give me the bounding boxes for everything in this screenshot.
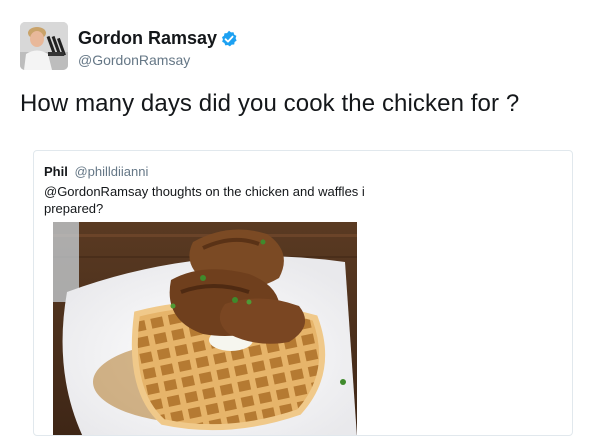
quoted-tweet-author: Phil @philldiianni	[44, 164, 148, 179]
author-name[interactable]: Gordon Ramsay	[78, 28, 217, 49]
quoted-tweet-photo[interactable]	[53, 222, 357, 435]
tweet-text: How many days did you cook the chicken f…	[20, 90, 520, 117]
avatar-photo-icon	[20, 22, 68, 70]
quoted-author-name: Phil	[44, 164, 68, 179]
quoted-tweet-text-line: prepared?	[44, 201, 104, 216]
verified-badge-icon	[222, 30, 237, 47]
quoted-tweet-text-line: @GordonRamsay thoughts on the chicken an…	[44, 184, 365, 199]
quoted-tweet[interactable]: Phil @philldiianni @GordonRamsay thought…	[33, 150, 573, 436]
author-avatar[interactable]	[20, 22, 68, 70]
tweet-card: Gordon Ramsay @GordonRamsay How many day…	[0, 0, 600, 445]
chicken-waffles-photo-icon	[53, 222, 357, 435]
author-handle[interactable]: @GordonRamsay	[78, 52, 190, 68]
quoted-author-handle: @philldiianni	[74, 164, 149, 179]
quoted-tweet-text: @GordonRamsay thoughts on the chicken an…	[44, 183, 404, 217]
